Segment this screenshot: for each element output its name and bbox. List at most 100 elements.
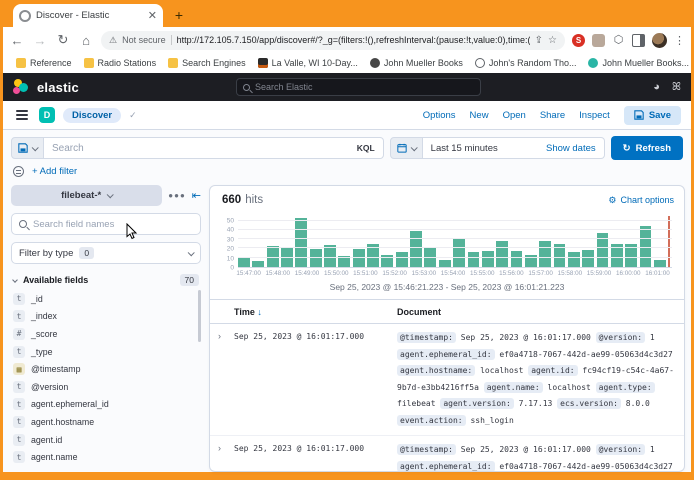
gridline	[238, 220, 672, 221]
tab-close-icon[interactable]: ✕	[148, 9, 157, 22]
extensions-puzzle-icon[interactable]: ⬡	[612, 34, 625, 47]
side-panel-icon[interactable]	[632, 34, 645, 47]
field-name: agent.hostname	[31, 417, 94, 427]
histogram-bar[interactable]	[511, 251, 523, 267]
save-button[interactable]: Save	[624, 106, 681, 125]
time-column-header[interactable]: Time ↓	[234, 307, 397, 317]
histogram-bar[interactable]	[410, 231, 422, 267]
bookmark-item[interactable]: Search Engines	[163, 58, 251, 68]
expand-row-icon[interactable]: ›	[218, 330, 234, 429]
histogram-bar[interactable]	[353, 249, 365, 267]
field-item-agent.ephemeral_id[interactable]: tagent.ephemeral_id	[13, 396, 201, 414]
url-text: http://172.105.7.150/app/discover#/?_g=(…	[177, 35, 530, 45]
histogram-bar[interactable]	[424, 248, 436, 267]
home-icon[interactable]: ⌂	[78, 33, 94, 48]
field-item-_id[interactable]: t_id	[13, 290, 201, 308]
elastic-favicon-icon	[19, 10, 31, 22]
field-search-input[interactable]: Search field names	[11, 213, 201, 235]
hamburger-menu-icon[interactable]	[13, 107, 31, 123]
adblock-extension-icon[interactable]: S	[572, 34, 585, 47]
histogram-bar[interactable]	[496, 241, 508, 267]
histogram-bar[interactable]	[582, 250, 594, 267]
action-options[interactable]: Options	[423, 110, 456, 121]
reload-icon[interactable]: ↻	[55, 32, 71, 48]
row-document: @timestamp: Sep 25, 2023 @ 16:01:17.000 …	[397, 442, 674, 471]
text-field-icon: t	[13, 346, 25, 358]
profile-avatar[interactable]	[652, 33, 667, 48]
bookmark-star-icon[interactable]: ☆	[548, 35, 557, 46]
forward-icon[interactable]: →	[32, 33, 48, 48]
histogram-chart: 01020304050	[210, 210, 684, 268]
histogram-bar[interactable]	[439, 260, 451, 267]
histogram-bar[interactable]	[238, 257, 250, 267]
bookmark-item[interactable]: John's Random Tho...	[470, 58, 582, 68]
field-item-_type[interactable]: t _type	[13, 343, 201, 361]
saved-query-menu-button[interactable]	[11, 137, 44, 159]
action-open[interactable]: Open	[503, 110, 526, 121]
expand-row-icon[interactable]: ›	[218, 442, 234, 471]
chart-options-button[interactable]: ⚙ Chart options	[608, 195, 674, 206]
histogram-bar[interactable]	[295, 218, 307, 267]
time-range-display[interactable]: Last 15 minutes Show dates	[423, 137, 605, 159]
tab-title: Discover - Elastic	[36, 10, 143, 21]
user-menu-icon[interactable]: ꕤ	[672, 81, 681, 94]
filter-by-type-select[interactable]: Filter by type 0	[11, 242, 201, 264]
chevron-down-icon[interactable]	[12, 277, 18, 283]
bookmark-item[interactable]: John Mueller Books...	[583, 58, 694, 68]
sidebar-scrollbar[interactable]	[198, 290, 201, 342]
field-name: _type	[31, 347, 53, 357]
new-tab-button[interactable]: +	[169, 5, 189, 25]
histogram-bar[interactable]	[539, 241, 551, 267]
bookmark-item[interactable]: John Mueller Books	[365, 58, 468, 68]
bookmark-item[interactable]: Radio Stations	[79, 58, 162, 68]
show-dates-link[interactable]: Show dates	[546, 143, 596, 154]
action-share[interactable]: Share	[540, 110, 565, 121]
breadcrumb-discover[interactable]: Discover	[63, 108, 121, 123]
folder-icon	[84, 58, 94, 68]
action-inspect[interactable]: Inspect	[579, 110, 610, 121]
x-tick: 15:53:00	[409, 270, 438, 277]
global-search-input[interactable]: Search Elastic	[236, 78, 481, 96]
field-item-agent.name[interactable]: tagent.name	[13, 448, 201, 466]
field-name: agent.id	[31, 435, 62, 445]
field-item-@timestamp[interactable]: ▦@timestamp	[13, 360, 201, 378]
field-item-_index[interactable]: t_index	[13, 308, 201, 326]
field-item-agent.hostname[interactable]: tagent.hostname	[13, 413, 201, 431]
collapse-sidebar-icon[interactable]: ⇤	[192, 189, 201, 202]
browser-tab[interactable]: Discover - Elastic ✕	[13, 4, 163, 27]
histogram-bar[interactable]	[281, 248, 293, 267]
date-picker-menu-button[interactable]	[390, 137, 423, 159]
histogram-bar[interactable]	[310, 249, 322, 267]
browser-menu-icon[interactable]: ⋮	[674, 34, 685, 47]
query-language-button[interactable]: KQL	[357, 143, 375, 153]
index-pattern-select[interactable]: filebeat-*	[11, 185, 162, 206]
query-input[interactable]: Search KQL	[44, 137, 384, 159]
filter-icon[interactable]	[13, 166, 24, 177]
histogram-bar[interactable]	[468, 252, 480, 267]
bookmark-item[interactable]: La Valle, WI 10-Day...	[253, 58, 363, 68]
back-icon[interactable]: ←	[9, 33, 25, 48]
histogram-bar[interactable]	[654, 260, 666, 267]
histogram-bar[interactable]	[453, 239, 465, 267]
histogram-bar[interactable]	[482, 251, 494, 267]
action-new[interactable]: New	[470, 110, 489, 121]
histogram-bar[interactable]	[252, 261, 264, 267]
omnibox-divider	[171, 35, 172, 45]
field-item-agent.id[interactable]: tagent.id	[13, 431, 201, 449]
field-item-_score[interactable]: #_score	[13, 325, 201, 343]
add-filter-button[interactable]: + Add filter	[32, 166, 77, 177]
bookmark-label: Reference	[30, 58, 72, 68]
help-icon[interactable]: ◕	[653, 81, 660, 93]
sidebar-options-icon[interactable]: ●●●	[168, 191, 186, 200]
address-bar[interactable]: ⚠ Not secure http://172.105.7.150/app/di…	[101, 31, 565, 50]
search-icon	[243, 84, 250, 91]
histogram-bar[interactable]	[568, 252, 580, 267]
field-item-@version[interactable]: t@version	[13, 378, 201, 396]
histogram-bar[interactable]	[396, 252, 408, 267]
space-badge[interactable]: D	[39, 107, 55, 123]
share-icon[interactable]: ⇪	[535, 35, 543, 46]
x-tick: 15:59:00	[584, 270, 613, 277]
screenshot-extension-icon[interactable]	[592, 34, 605, 47]
refresh-button[interactable]: ↻ Refresh	[611, 136, 683, 160]
bookmark-item[interactable]: Reference	[11, 58, 77, 68]
